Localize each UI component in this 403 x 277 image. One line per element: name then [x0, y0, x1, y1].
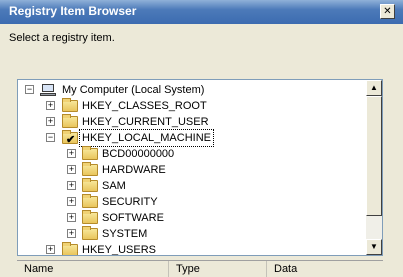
- expand-icon[interactable]: +: [67, 149, 76, 158]
- expand-icon[interactable]: +: [67, 181, 76, 190]
- folder-icon: [82, 178, 98, 192]
- vertical-scrollbar[interactable]: ▲ ▼: [366, 80, 382, 255]
- tree-item-bcd00000000[interactable]: + BCD00000000: [18, 146, 358, 162]
- values-list-header: Name Type Data: [17, 260, 383, 277]
- window-title: Registry Item Browser: [9, 4, 137, 18]
- scroll-thumb[interactable]: [366, 96, 382, 216]
- folder-checked-icon: ✔: [62, 130, 78, 146]
- tree-root-label: My Computer (Local System): [62, 84, 205, 96]
- column-header-name[interactable]: Name: [17, 261, 169, 277]
- column-header-data[interactable]: Data: [267, 261, 383, 277]
- expand-icon[interactable]: +: [67, 197, 76, 206]
- scroll-up-button[interactable]: ▲: [366, 80, 382, 96]
- expand-icon[interactable]: +: [67, 165, 76, 174]
- folder-icon: [62, 242, 78, 255]
- tree-item-label: HARDWARE: [102, 164, 166, 176]
- computer-icon: [40, 84, 56, 96]
- folder-icon: [62, 98, 78, 112]
- tree-item-label: HKEY_CLASSES_ROOT: [82, 100, 207, 112]
- tree-item-hardware[interactable]: + HARDWARE: [18, 162, 358, 178]
- folder-icon: [62, 114, 78, 128]
- instruction-text: Select a registry item.: [9, 32, 115, 44]
- tree-item-software[interactable]: + SOFTWARE: [18, 210, 358, 226]
- folder-icon: [82, 210, 98, 224]
- tree-item-label: SECURITY: [102, 196, 158, 208]
- title-bar: Registry Item Browser ✕: [0, 0, 403, 24]
- tree-item-label: HKEY_USERS: [82, 244, 156, 256]
- expand-icon[interactable]: +: [67, 213, 76, 222]
- expand-icon[interactable]: +: [67, 229, 76, 238]
- tree-item-label: BCD00000000: [102, 148, 175, 160]
- expand-icon[interactable]: +: [46, 101, 55, 110]
- folder-icon: [82, 194, 98, 208]
- tree-root[interactable]: − My Computer (Local System): [18, 82, 358, 98]
- close-button[interactable]: ✕: [380, 4, 395, 19]
- tree-item-security[interactable]: + SECURITY: [18, 194, 358, 210]
- registry-tree[interactable]: − My Computer (Local System) + HKEY_CLAS…: [17, 79, 383, 256]
- tree-item-hkey-classes-root[interactable]: + HKEY_CLASSES_ROOT: [18, 98, 358, 114]
- tree-item-label: SYSTEM: [102, 228, 148, 240]
- expand-icon[interactable]: +: [46, 117, 55, 126]
- tree-item-label-selected: HKEY_LOCAL_MACHINE: [79, 129, 214, 147]
- tree-item-hkey-current-user[interactable]: + HKEY_CURRENT_USER: [18, 114, 358, 130]
- collapse-icon[interactable]: −: [46, 133, 55, 142]
- tree-item-system[interactable]: + SYSTEM: [18, 226, 358, 242]
- folder-icon: [82, 226, 98, 240]
- tree-item-label: SAM: [102, 180, 126, 192]
- tree-item-sam[interactable]: + SAM: [18, 178, 358, 194]
- column-header-type[interactable]: Type: [169, 261, 267, 277]
- scroll-down-button[interactable]: ▼: [366, 239, 382, 255]
- tree-item-label: HKEY_CURRENT_USER: [82, 116, 209, 128]
- expand-icon[interactable]: +: [46, 245, 55, 254]
- collapse-icon[interactable]: −: [25, 85, 34, 94]
- folder-icon: [82, 146, 98, 160]
- folder-icon: [82, 162, 98, 176]
- tree-item-hkey-users[interactable]: + HKEY_USERS: [18, 242, 358, 256]
- tree-item-label: SOFTWARE: [102, 212, 164, 224]
- tree-item-hkey-local-machine[interactable]: − ✔ HKEY_LOCAL_MACHINE: [18, 129, 358, 147]
